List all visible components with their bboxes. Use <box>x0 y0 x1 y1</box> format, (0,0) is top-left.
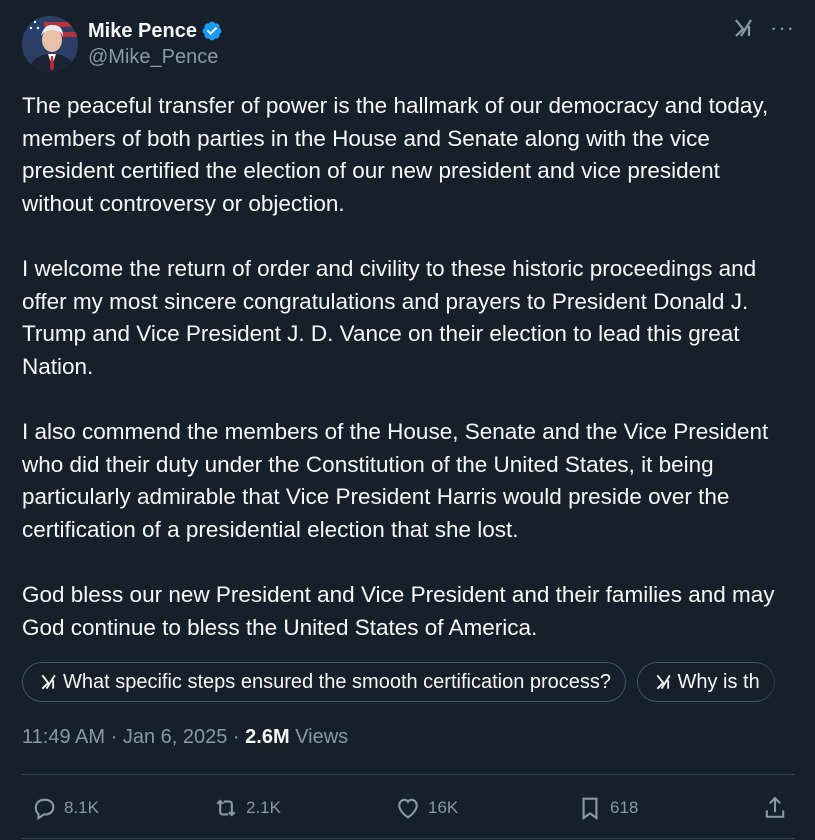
chips-fade <box>755 662 795 706</box>
like-button[interactable]: 16K <box>394 790 458 826</box>
author-block: Mike Pence @Mike_Pence <box>88 18 223 69</box>
tweet-paragraph: The peaceful transfer of power is the ha… <box>22 93 769 216</box>
tweet-actions: 8.1K 2.1K 16K 618 <box>22 790 795 826</box>
meta-separator: · <box>110 726 118 748</box>
share-button[interactable] <box>761 790 795 826</box>
grok-prompt-chips: What specific steps ensured the smooth c… <box>22 662 795 706</box>
views-label: Views <box>295 726 349 748</box>
grok-icon <box>654 672 674 692</box>
tweet-paragraph: I also commend the members of the House,… <box>22 418 769 542</box>
name-row: Mike Pence <box>88 18 223 44</box>
heart-icon <box>398 798 418 819</box>
tweet-paragraph: God bless our new President and Vice Pre… <box>22 581 775 640</box>
grok-prompt-chip[interactable]: What specific steps ensured the smooth c… <box>22 662 627 702</box>
tweet-header: Mike Pence @Mike_Pence ··· <box>22 16 795 72</box>
author-handle[interactable]: @Mike_Pence <box>88 46 223 69</box>
reply-button[interactable]: 8.1K <box>30 790 99 826</box>
verified-badge-icon[interactable] <box>201 20 223 42</box>
like-count: 16K <box>428 798 459 817</box>
grok-prompt-label: Why is th <box>677 670 760 693</box>
share-icon <box>765 796 785 818</box>
reply-icon <box>34 798 55 821</box>
repost-button[interactable]: 2.1K <box>212 790 281 826</box>
grok-prompt-label: What specific steps ensured the smooth c… <box>63 670 612 693</box>
tweet-meta: 11:49 AM · Jan 6, 2025 · 2.6M Views <box>22 726 348 749</box>
bookmark-button[interactable]: 618 <box>576 790 638 826</box>
grok-prompt-chip[interactable]: Why is th <box>636 662 775 702</box>
bookmark-icon <box>582 797 598 820</box>
tweet-time[interactable]: 11:49 AM <box>22 726 105 748</box>
more-icon[interactable]: ··· <box>770 17 795 39</box>
grok-icon <box>39 672 59 692</box>
tweet-top-actions: ··· <box>732 16 795 40</box>
divider <box>22 838 795 839</box>
tweet-text: The peaceful transfer of power is the ha… <box>22 90 792 677</box>
grok-icon[interactable] <box>732 16 756 40</box>
avatar[interactable] <box>22 16 78 72</box>
author-name[interactable]: Mike Pence <box>88 20 197 43</box>
views-count: 2.6M <box>245 726 290 748</box>
tweet-paragraph: I welcome the return of order and civili… <box>22 255 757 379</box>
reply-count: 8.1K <box>64 798 99 817</box>
tweet-date[interactable]: Jan 6, 2025 <box>123 726 228 748</box>
bookmark-count: 618 <box>610 798 639 817</box>
meta-separator: · <box>232 726 240 748</box>
retweet-icon <box>216 799 236 817</box>
divider <box>22 774 795 775</box>
repost-count: 2.1K <box>246 798 281 817</box>
